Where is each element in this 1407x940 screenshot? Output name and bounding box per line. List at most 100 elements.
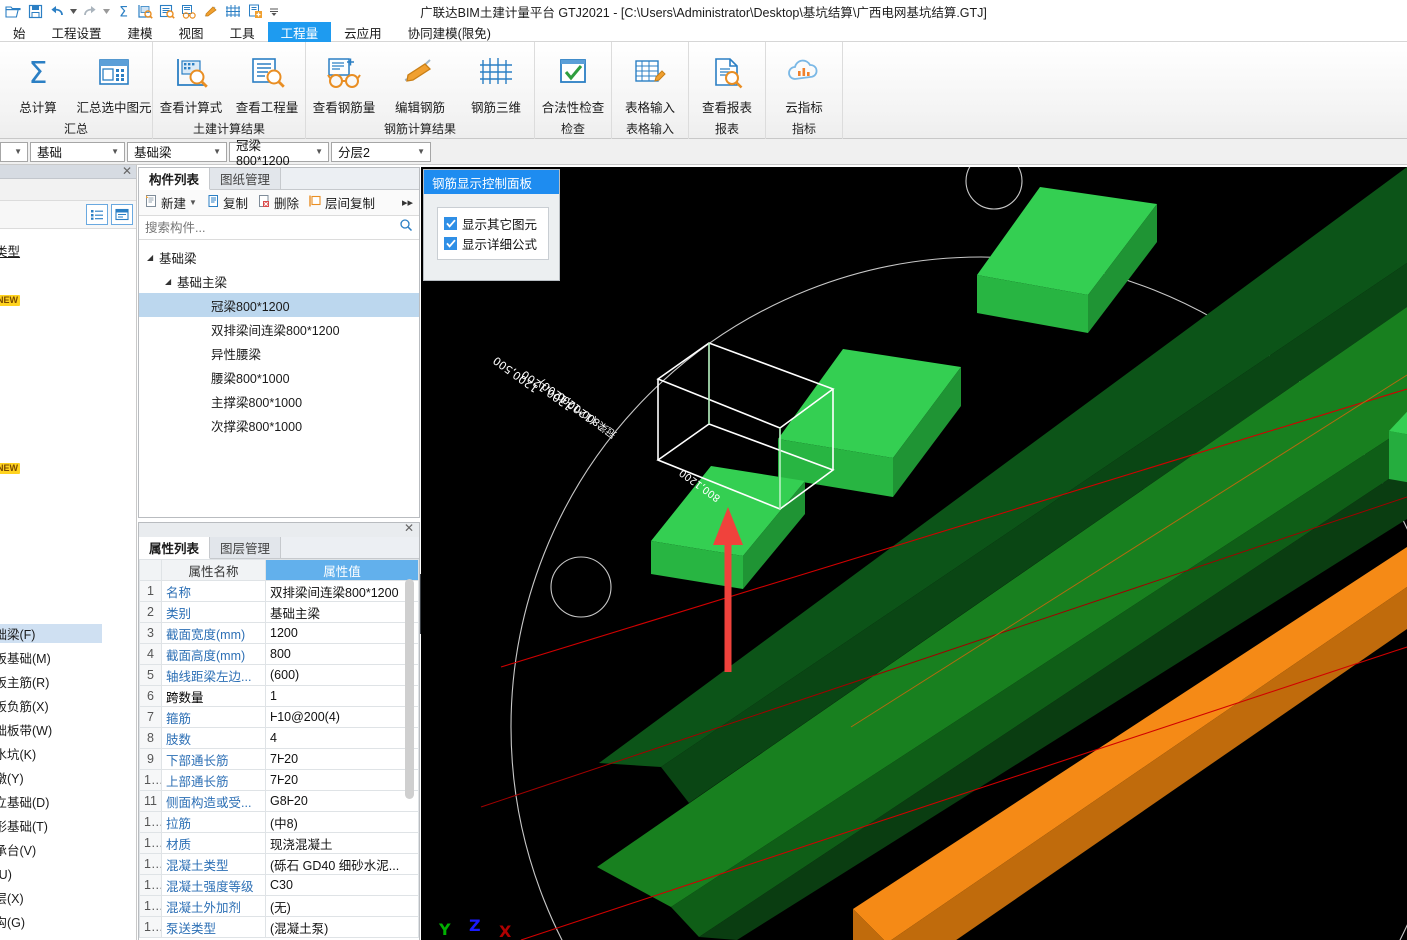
navigator-view-toggles[interactable]: [0, 201, 136, 229]
ribbon-button-cloud-indicator[interactable]: 云指标: [766, 46, 842, 116]
property-value[interactable]: 现浇混凝土: [265, 832, 419, 854]
property-value[interactable]: Ⱶ10@200(4): [265, 706, 419, 728]
copy-component-button[interactable]: 复制: [206, 193, 248, 212]
navigator-panel-body[interactable]: 类型 NEW NEW 基础梁(F) 筏板基础(M) 筏板主筋(R) 筏板负筋(X) 基础…: [0, 229, 136, 930]
sidebar-item-12[interactable]: 地沟(G): [0, 912, 102, 931]
ribbon-button-view-formula[interactable]: 查看计算式: [153, 46, 229, 116]
properties-scrollbar[interactable]: [405, 579, 414, 799]
tree-item-7[interactable]: 次撑梁800*1000: [139, 413, 419, 437]
properties-tab-0[interactable]: 属性列表: [139, 537, 211, 559]
properties-row[interactable]: 15 混凝土强度等级 C30: [139, 874, 419, 896]
properties-panel[interactable]: ✕ 属性列表 图层管理 属性名称 属性值 1 名称 双排梁间连梁800*1200 2 类别…: [138, 521, 420, 940]
sidebar-item-10[interactable]: 桩(U): [0, 864, 102, 883]
ribbon-tab-4[interactable]: 工具: [217, 22, 268, 42]
tree-item-3[interactable]: 双排梁间连梁800*1200: [139, 317, 419, 341]
ribbon-tab-bar[interactable]: 始工程设置 建模 视图 工具 工程量 云应用 协同建模(限免): [0, 22, 1407, 42]
close-icon[interactable]: ✕: [404, 521, 414, 535]
component-list-tab-1[interactable]: 图纸管理: [210, 168, 282, 189]
sidebar-item-5[interactable]: 集水坑(K): [0, 744, 102, 763]
property-value[interactable]: (无): [265, 895, 419, 917]
chevron-down-icon[interactable]: ▼: [411, 147, 428, 156]
property-value[interactable]: 1: [265, 685, 419, 707]
component-list-toolbar[interactable]: 新建 ▼ 复制 删除 层间复制 ▸▸: [139, 190, 419, 216]
property-value[interactable]: 4: [265, 727, 419, 749]
category-combo[interactable]: 基础 ▼: [30, 141, 125, 162]
model-3d-canvas[interactable]: 1200,500 1200,1200 (1200,1200) 冠梁800*120…: [421, 167, 1407, 940]
checkbox-checked[interactable]: [444, 236, 457, 250]
property-value[interactable]: (中8): [265, 811, 419, 833]
rebar-option-row-1[interactable]: 显示详细公式: [444, 233, 542, 253]
ribbon-tab-5[interactable]: 工程量: [267, 22, 332, 42]
floor-combo[interactable]: ▼: [0, 141, 28, 162]
sidebar-item-4[interactable]: 基础板带(W): [0, 720, 102, 739]
selector-strip[interactable]: ▼ 基础 ▼ 基础梁 ▼ 冠梁800*1200 ▼ 分层2 ▼: [0, 139, 1407, 168]
model-3d-viewport[interactable]: 1200,500 1200,1200 (1200,1200) 冠梁800*120…: [421, 167, 1407, 940]
sidebar-item-0[interactable]: 基础梁(F): [0, 624, 102, 643]
properties-row[interactable]: 8 肢数 4: [139, 727, 419, 749]
properties-tabs[interactable]: 属性列表 图层管理: [139, 537, 419, 559]
sidebar-item-1[interactable]: 筏板基础(M): [0, 648, 102, 667]
chevron-down-icon[interactable]: ▼: [105, 147, 122, 156]
properties-row[interactable]: 5 轴线距梁左边... (600): [139, 664, 419, 686]
tree-item-5[interactable]: 腰梁800*1000: [139, 365, 419, 389]
properties-row[interactable]: 9 下部通长筋 7Ⱶ20: [139, 748, 419, 770]
tree-item-0[interactable]: ◢ 基础梁: [139, 245, 419, 269]
ribbon-button-table-input[interactable]: 表格输入: [612, 46, 688, 116]
chevron-down-icon[interactable]: ▼: [207, 147, 224, 156]
property-value[interactable]: 7Ⱶ20: [265, 769, 419, 791]
search-icon[interactable]: [399, 218, 413, 237]
layer-combo[interactable]: 分层2 ▼: [331, 141, 431, 162]
property-value[interactable]: C30: [265, 874, 419, 896]
delete-component-button[interactable]: 删除: [257, 193, 299, 212]
property-value[interactable]: G8Ⱶ20: [265, 790, 419, 812]
ribbon-tab-0[interactable]: 始: [0, 22, 39, 42]
navigator-panel[interactable]: ✕ 类型 NEW NEW 基础梁(F) 筏板基础(M) 筏板主筋(R) 筏板负筋(X)…: [0, 164, 137, 940]
properties-row[interactable]: 7 箍筋 Ⱶ10@200(4): [139, 706, 419, 728]
ribbon-button-summarize-selected[interactable]: 汇总选中图元: [76, 46, 152, 116]
component-type-combo[interactable]: 基础梁 ▼: [127, 141, 227, 162]
properties-row[interactable]: 12 拉筋 (中8): [139, 811, 419, 833]
ribbon-button-legality-check[interactable]: 合法性检查: [535, 46, 611, 116]
component-list-tabs[interactable]: 构件列表 图纸管理: [139, 168, 419, 190]
component-list-more-button[interactable]: ▸▸: [402, 196, 419, 209]
tree-item-4[interactable]: 异性腰梁: [139, 341, 419, 365]
properties-row[interactable]: 11 侧面构造或受... G8Ⱶ20: [139, 790, 419, 812]
properties-row[interactable]: 6 跨数量 1: [139, 685, 419, 707]
component-search-row[interactable]: [139, 216, 419, 240]
ribbon-tab-7[interactable]: 协同建模(限免): [395, 22, 504, 42]
tree-item-2[interactable]: 冠梁800*1200: [139, 293, 419, 317]
detail-view-icon[interactable]: [111, 204, 133, 225]
sidebar-item-9[interactable]: 桩承台(V): [0, 840, 102, 859]
properties-row[interactable]: 16 混凝土外加剂 (无): [139, 895, 419, 917]
sidebar-item-6[interactable]: 柱墩(Y): [0, 768, 102, 787]
rebar-display-control-panel[interactable]: 钢筋显示控制面板 显示其它图元 显示详细公式: [423, 169, 560, 281]
search-input[interactable]: [145, 220, 399, 235]
copy-between-floors-button[interactable]: 层间复制: [308, 193, 375, 212]
rebar-panel-options[interactable]: 显示其它图元 显示详细公式: [437, 207, 549, 260]
properties-row[interactable]: 3 截面宽度(mm) 1200: [139, 622, 419, 644]
new-component-button[interactable]: 新建 ▼: [144, 193, 197, 212]
property-value[interactable]: (600): [265, 664, 419, 686]
properties-row[interactable]: 4 截面高度(mm) 800: [139, 643, 419, 665]
expand-arrow-icon[interactable]: ◢: [147, 253, 159, 262]
ribbon-button-view-quantity[interactable]: 查看工程量: [229, 46, 305, 116]
checkbox-checked[interactable]: [444, 216, 457, 230]
ribbon-button-view-report[interactable]: 查看报表: [689, 46, 765, 116]
ribbon-tab-1[interactable]: 工程设置: [39, 22, 115, 42]
properties-row[interactable]: 2 类别 基础主梁: [139, 601, 419, 623]
rebar-option-row-0[interactable]: 显示其它图元: [444, 213, 542, 233]
expand-arrow-icon[interactable]: ◢: [165, 277, 177, 286]
chevron-down-icon[interactable]: ▼: [189, 198, 197, 207]
list-view-icon[interactable]: [86, 204, 108, 225]
tree-item-1[interactable]: ◢ 基础主梁: [139, 269, 419, 293]
sidebar-item-8[interactable]: 条形基础(T): [0, 816, 102, 835]
sidebar-item-3[interactable]: 筏板负筋(X): [0, 696, 102, 715]
sidebar-item-7[interactable]: 独立基础(D): [0, 792, 102, 811]
tree-item-6[interactable]: 主撑梁800*1000: [139, 389, 419, 413]
properties-row[interactable]: 17 泵送类型 (混凝土泵): [139, 916, 419, 938]
property-value[interactable]: (砾石 GD40 细砂水泥...: [265, 853, 419, 875]
property-value[interactable]: 基础主梁: [265, 601, 419, 623]
property-value[interactable]: 800: [265, 643, 419, 665]
properties-row[interactable]: 14 混凝土类型 (砾石 GD40 细砂水泥...: [139, 853, 419, 875]
component-combo[interactable]: 冠梁800*1200 ▼: [229, 139, 329, 168]
